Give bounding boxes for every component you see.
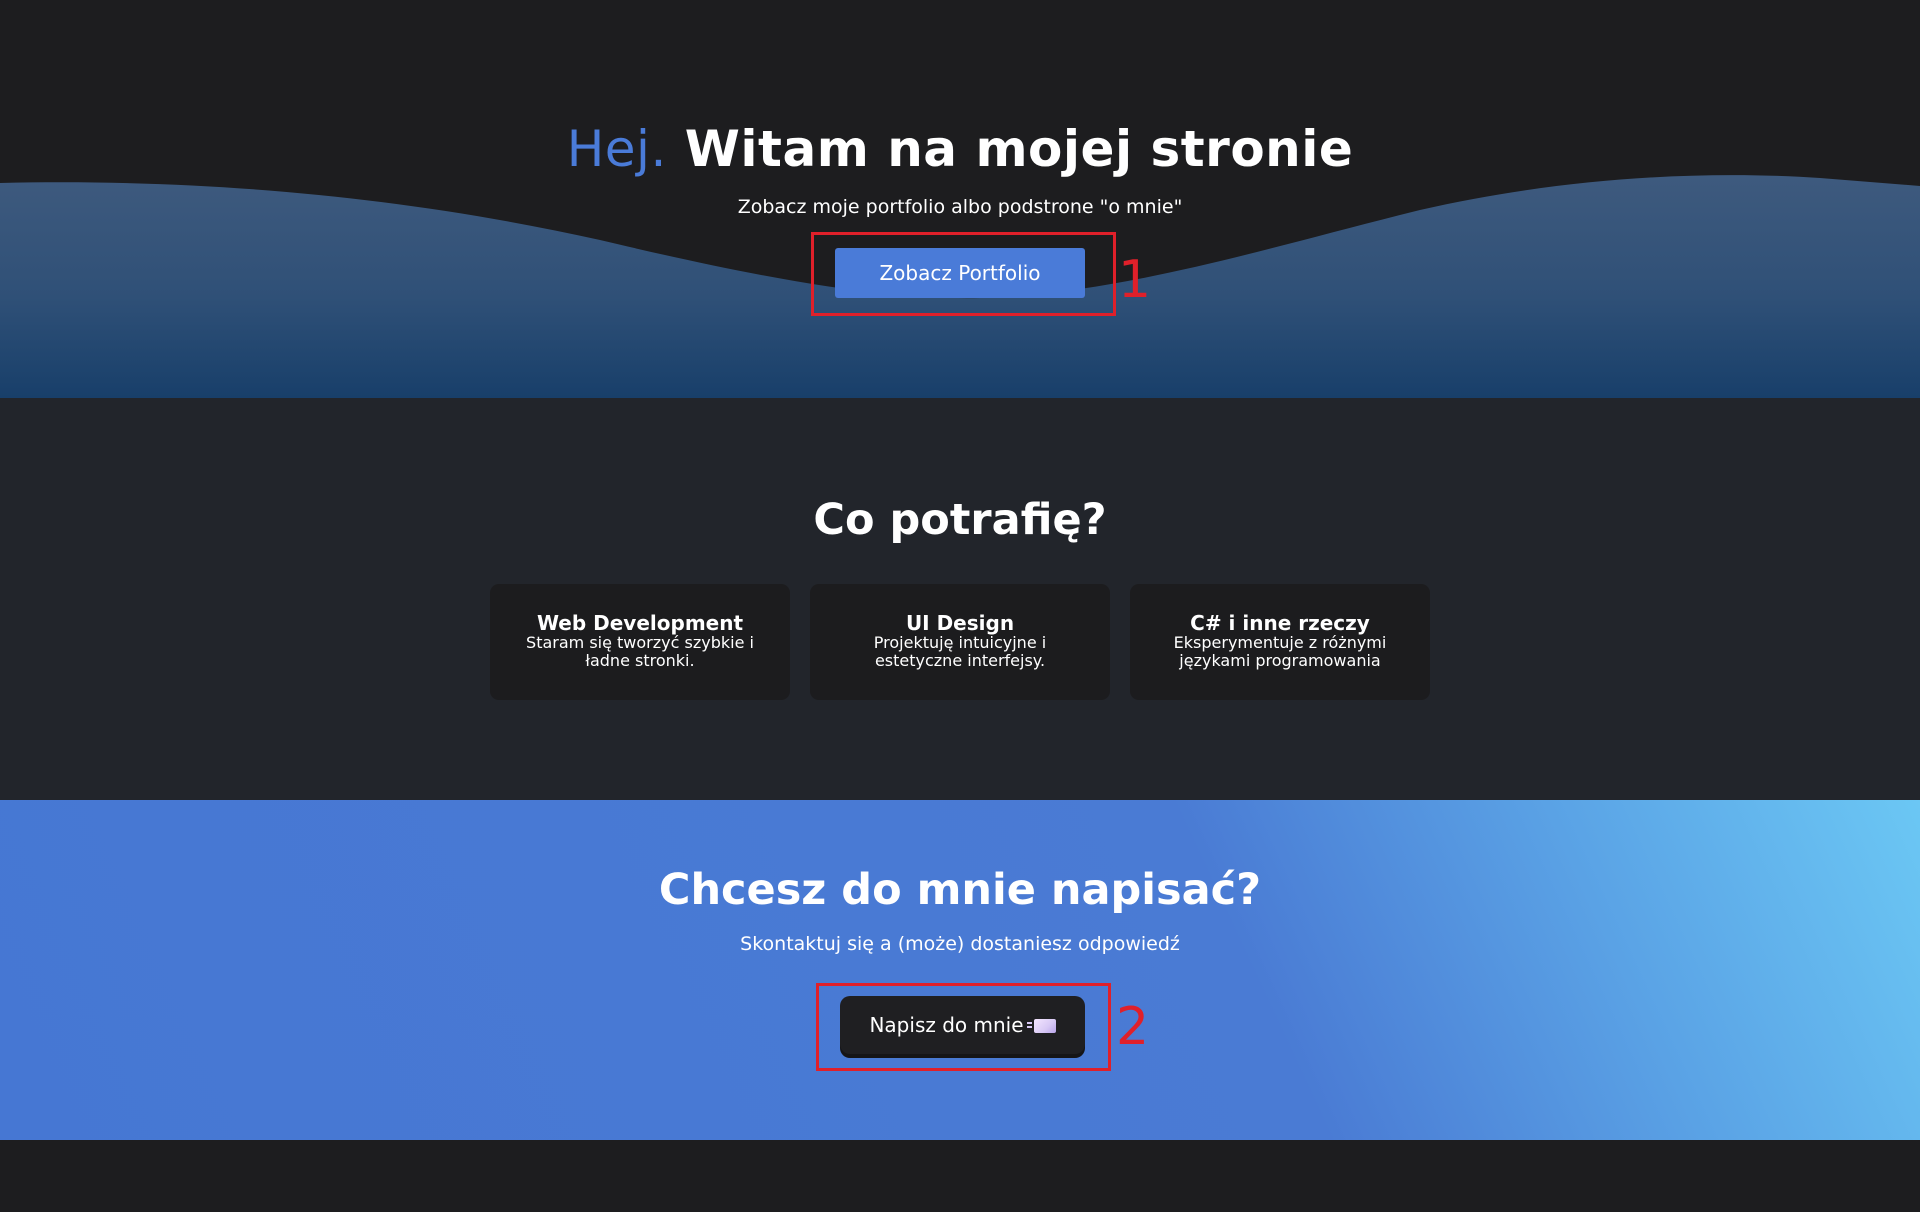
skill-card-csharp: C# i inne rzeczy Eksperymentuje z różnym… xyxy=(1130,584,1430,700)
skill-card-title: Web Development xyxy=(536,611,744,635)
skill-card-title: UI Design xyxy=(905,611,1015,635)
annotation-number-2: 2 xyxy=(1116,997,1150,1057)
hero-title-main: Witam na mojej stronie xyxy=(684,120,1354,178)
hero-subtitle: Zobacz moje portfolio albo podstrone "o … xyxy=(737,196,1183,218)
hero-section: Hej. Witam na mojej stronie Zobacz moje … xyxy=(0,0,1920,398)
annotation-box-2 xyxy=(816,983,1111,1071)
contact-section: Chcesz do mnie napisać? Skontaktuj się a… xyxy=(0,800,1920,1140)
footer-strip xyxy=(0,1140,1920,1212)
hero-title-accent: Hej. xyxy=(566,120,667,178)
skill-card-description: Projektuję intuicyjne i estetyczne inter… xyxy=(873,633,1047,670)
skill-card-description: Eksperymentuje z różnymi językami progra… xyxy=(1173,633,1387,670)
skill-card-description: Staram się tworzyć szybkie i ładne stron… xyxy=(526,633,754,670)
skill-card-web-development: Web Development Staram się tworzyć szybk… xyxy=(490,584,790,700)
skill-card-ui-design: UI Design Projektuję intuicyjne i estety… xyxy=(810,584,1110,700)
annotation-number-1: 1 xyxy=(1118,250,1152,310)
annotation-box-1 xyxy=(811,232,1116,316)
skills-section: Co potrafię? Web Development Staram się … xyxy=(0,398,1920,800)
hero-title: Hej. Witam na mojej stronie xyxy=(0,112,1920,186)
contact-title: Chcesz do mnie napisać? xyxy=(658,865,1262,915)
skill-card-title: C# i inne rzeczy xyxy=(1190,611,1370,635)
contact-subtitle: Skontaktuj się a (może) dostaniesz odpow… xyxy=(740,933,1180,955)
skills-title: Co potrafię? xyxy=(813,495,1107,545)
